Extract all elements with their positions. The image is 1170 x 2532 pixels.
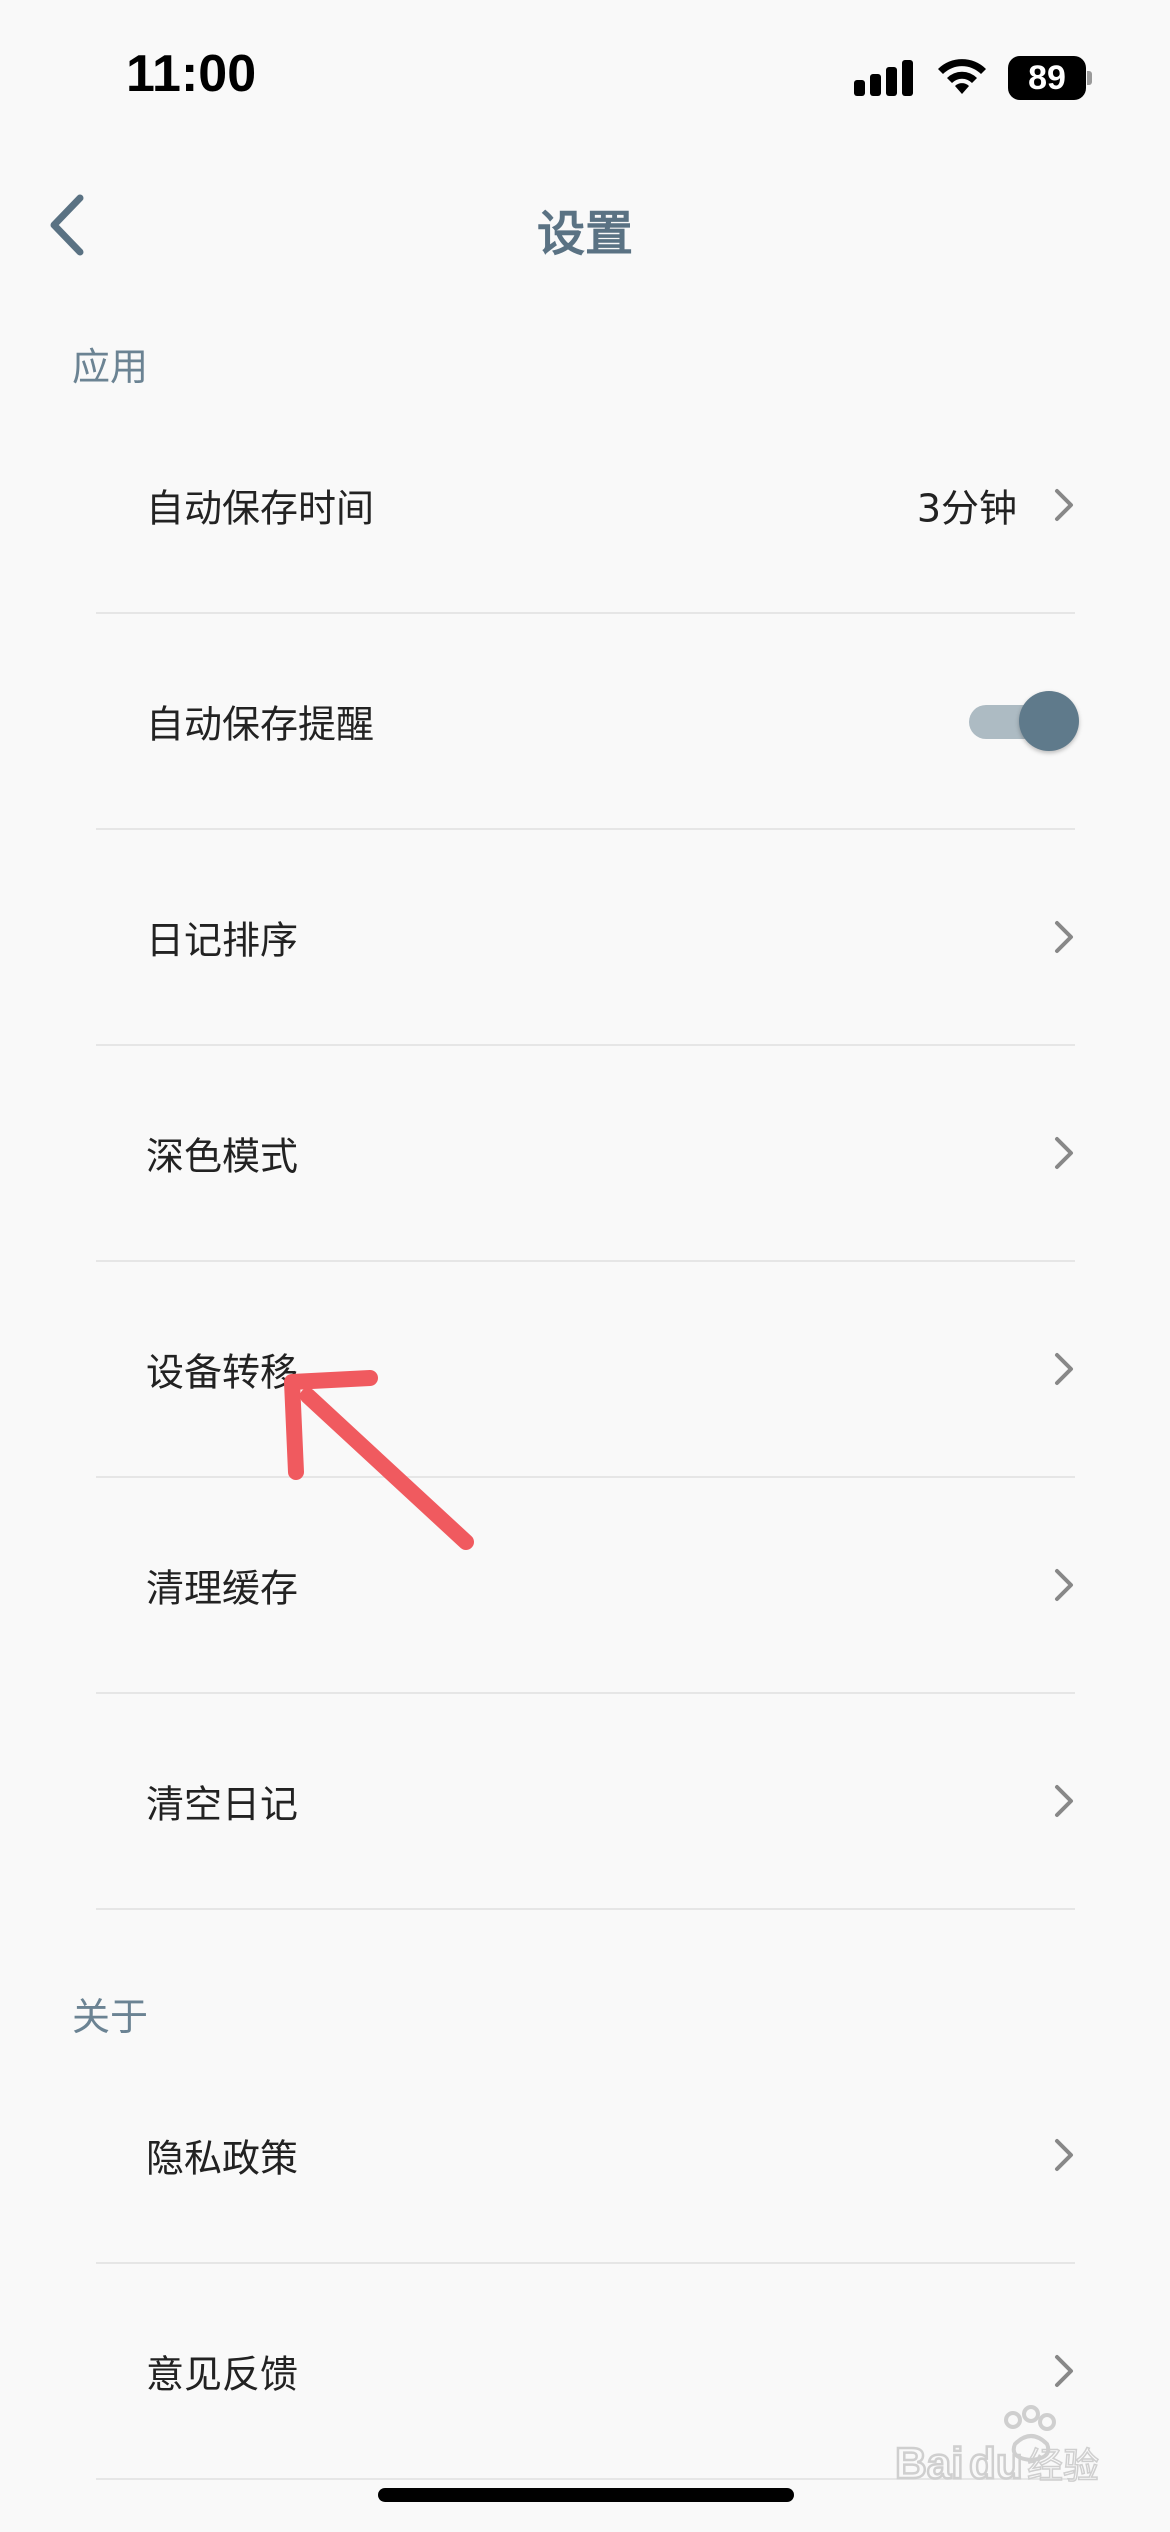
chevron-right-icon bbox=[1055, 1785, 1073, 1817]
home-indicator[interactable] bbox=[378, 2488, 794, 2502]
battery-icon: 89 bbox=[1008, 56, 1092, 100]
wifi-icon bbox=[938, 59, 986, 94]
battery-cap bbox=[1087, 71, 1092, 85]
chevron-right-icon bbox=[1055, 1353, 1073, 1385]
status-bar: 11:00 89 bbox=[0, 0, 1170, 150]
row-label: 深色模式 bbox=[146, 1134, 299, 1179]
svg-text:du: du bbox=[969, 2439, 1023, 2488]
svg-text:经验: 经验 bbox=[1027, 2446, 1099, 2487]
cellular-signal-icon bbox=[854, 60, 913, 96]
chevron-right-icon bbox=[1055, 921, 1073, 953]
chevron-right-icon bbox=[1055, 489, 1073, 521]
setting-row-dark-mode[interactable]: 深色模式 bbox=[96, 1046, 1075, 1262]
svg-text:Bai: Bai bbox=[895, 2439, 963, 2488]
setting-row-auto-save-reminder: 自动保存提醒 bbox=[96, 614, 1079, 830]
row-label: 意见反馈 bbox=[146, 2352, 299, 2397]
section-header-about: 关于 bbox=[72, 1995, 149, 2039]
annotation-arrow-icon bbox=[284, 1370, 474, 1550]
row-label: 自动保存提醒 bbox=[146, 702, 375, 747]
chevron-right-icon bbox=[1055, 2139, 1073, 2171]
battery-level: 89 bbox=[1008, 56, 1086, 100]
section-header-app: 应用 bbox=[72, 345, 149, 389]
toggle-knob bbox=[1019, 691, 1079, 751]
setting-row-clear-cache[interactable]: 清理缓存 bbox=[96, 1478, 1075, 1694]
chevron-right-icon bbox=[1055, 2355, 1073, 2387]
chevron-right-icon bbox=[1055, 1137, 1073, 1169]
setting-row-diary-sort[interactable]: 日记排序 bbox=[96, 830, 1075, 1046]
setting-row-clear-diary[interactable]: 清空日记 bbox=[96, 1694, 1075, 1910]
auto-save-reminder-toggle[interactable] bbox=[969, 689, 1079, 753]
chevron-right-icon bbox=[1055, 1569, 1073, 1601]
row-value: 3分钟 bbox=[916, 486, 1017, 531]
navigation-bar: 设置 bbox=[0, 150, 1170, 300]
row-label: 自动保存时间 bbox=[146, 486, 375, 531]
setting-row-privacy-policy[interactable]: 隐私政策 bbox=[96, 2048, 1075, 2264]
baidu-watermark-logo: Bai du 经验 bbox=[894, 2405, 1100, 2489]
row-label: 清理缓存 bbox=[146, 1566, 299, 1611]
status-time: 11:00 bbox=[126, 45, 257, 103]
row-label: 日记排序 bbox=[146, 918, 299, 963]
page-title: 设置 bbox=[536, 206, 633, 262]
row-label: 清空日记 bbox=[146, 1782, 299, 1827]
setting-row-device-transfer[interactable]: 设备转移 bbox=[96, 1262, 1075, 1478]
row-label: 隐私政策 bbox=[146, 2136, 299, 2181]
settings-screen: 11:00 89 设置 应用 自动保存时间 3分钟 自动保存提醒 日记排序 深色… bbox=[0, 0, 1170, 2532]
setting-row-auto-save-time[interactable]: 自动保存时间 3分钟 bbox=[96, 398, 1075, 614]
